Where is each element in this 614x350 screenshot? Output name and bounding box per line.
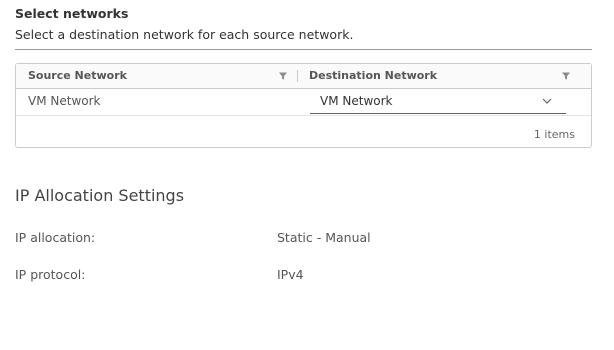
- section-description: Select a destination network for each so…: [15, 27, 354, 42]
- ip-allocation-value: Static - Manual: [277, 230, 371, 245]
- ip-allocation-label: IP allocation:: [15, 230, 96, 245]
- ip-protocol-value: IPv4: [277, 267, 304, 282]
- ip-protocol-label: IP protocol:: [15, 267, 86, 282]
- grid-footer-count: 1 items: [533, 128, 575, 141]
- destination-network-select[interactable]: VM Network: [310, 89, 566, 114]
- ip-allocation-title: IP Allocation Settings: [15, 186, 185, 205]
- filter-icon[interactable]: [561, 71, 571, 81]
- column-header-destination[interactable]: Destination Network: [309, 64, 437, 88]
- source-network-cell: VM Network: [28, 94, 101, 108]
- page: Select networks Select a destination net…: [0, 0, 614, 350]
- section-title: Select networks: [15, 6, 129, 21]
- column-separator[interactable]: [297, 70, 298, 82]
- destination-network-value: VM Network: [320, 94, 393, 108]
- grid-header: Source Network Destination Network: [16, 64, 591, 89]
- chevron-down-icon: [542, 98, 552, 104]
- filter-icon[interactable]: [278, 71, 288, 81]
- divider: [15, 49, 592, 50]
- table-row: VM Network VM Network: [16, 89, 591, 114]
- row-divider: [16, 115, 591, 116]
- networks-grid: Source Network Destination Network VM Ne…: [15, 63, 592, 148]
- column-header-source[interactable]: Source Network: [28, 64, 127, 88]
